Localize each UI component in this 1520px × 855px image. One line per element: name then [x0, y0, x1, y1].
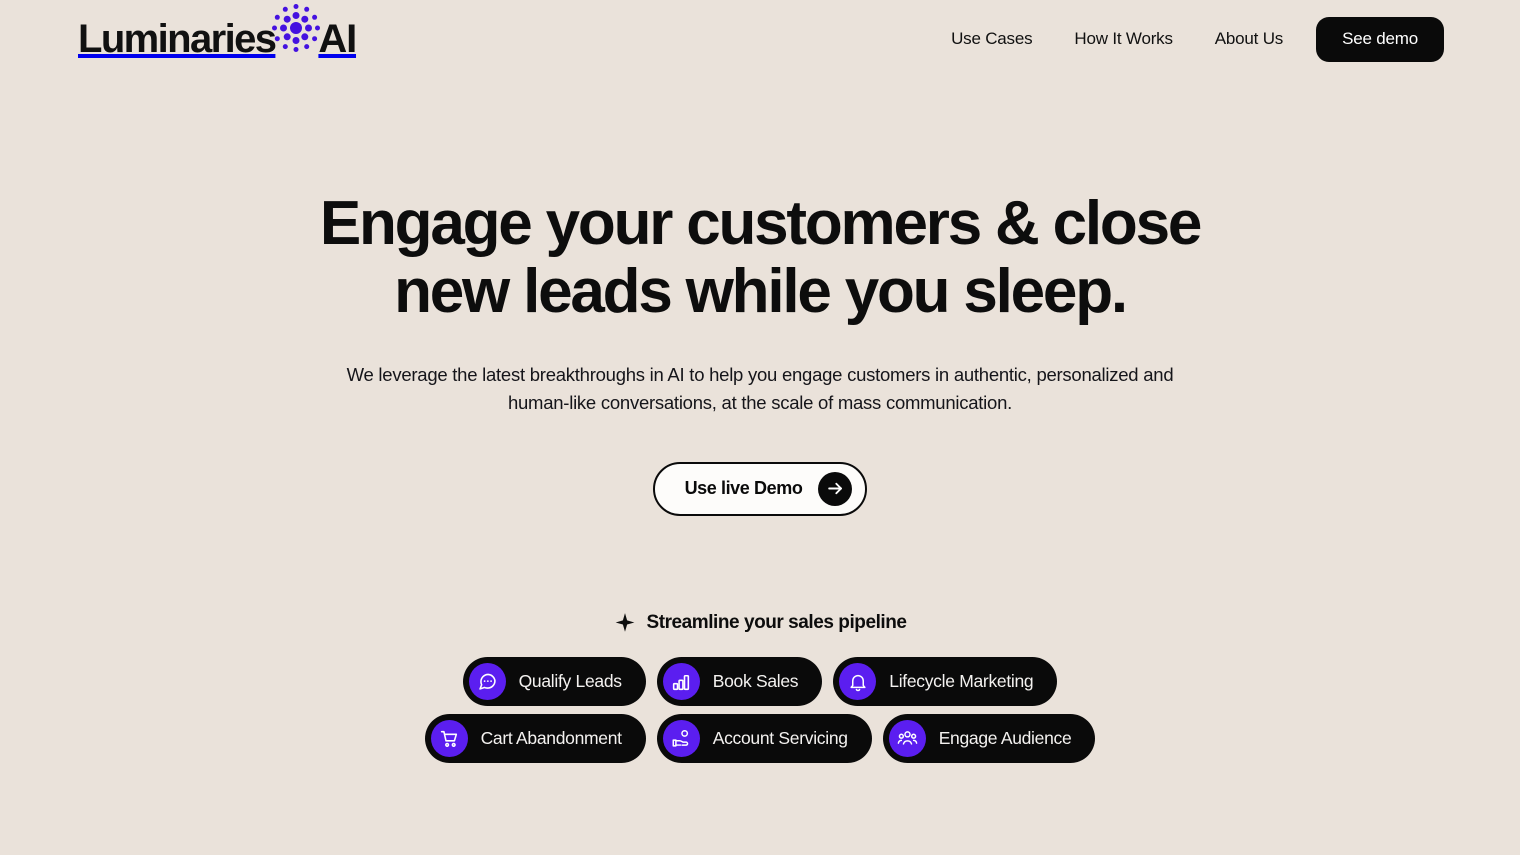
shopping-cart-icon	[430, 720, 468, 757]
use-live-demo-button[interactable]: Use live Demo	[652, 461, 868, 516]
hero-cta-container: Use live Demo	[0, 461, 1520, 516]
logo-wordmark: Luminaries	[78, 17, 277, 61]
chip-label: Account Servicing	[712, 728, 848, 748]
pipeline-chip-row-2: Cart Abandonment Account Servicing Engag…	[424, 714, 1096, 763]
chat-bubble-icon	[468, 663, 506, 700]
pipeline-title: Streamline your sales pipeline	[646, 612, 907, 633]
hero-headline: Engage your customers & close new leads …	[319, 189, 1202, 326]
chip-label: Book Sales	[712, 671, 799, 691]
bell-icon	[839, 663, 877, 700]
chip-book-sales[interactable]: Book Sales	[656, 657, 823, 706]
hand-coin-icon	[662, 720, 700, 757]
nav-item-use-cases[interactable]: Use Cases	[951, 21, 1033, 57]
use-live-demo-label: Use live Demo	[684, 478, 803, 499]
pipeline-section: Streamline your sales pipeline Qualify L…	[0, 612, 1520, 763]
chip-label: Engage Audience	[938, 728, 1072, 748]
logo-suffix: AI	[318, 17, 357, 61]
landing-page: Luminaries AI Use Cases How It Works Abo…	[0, 0, 1520, 855]
chip-label: Cart Abandonment	[480, 728, 622, 748]
hero-section: Engage your customers & close new leads …	[0, 190, 1520, 516]
chip-label: Qualify Leads	[518, 671, 622, 691]
dot-cluster-icon	[269, 1, 323, 55]
pipeline-heading: Streamline your sales pipeline	[614, 612, 907, 634]
arrow-right-icon	[818, 471, 853, 506]
hero-subheadline: We leverage the latest breakthroughs in …	[346, 364, 1174, 413]
sparkle-icon	[614, 612, 636, 634]
site-logo[interactable]: Luminaries AI	[78, 4, 357, 69]
chip-account-servicing[interactable]: Account Servicing	[656, 714, 872, 763]
nav-item-how-it-works[interactable]: How It Works	[1074, 21, 1173, 57]
chip-lifecycle-marketing[interactable]: Lifecycle Marketing	[833, 657, 1058, 706]
chip-engage-audience[interactable]: Engage Audience	[882, 714, 1096, 763]
bar-chart-icon	[662, 663, 700, 700]
chip-qualify-leads[interactable]: Qualify Leads	[462, 657, 646, 706]
chip-label: Lifecycle Marketing	[889, 671, 1034, 691]
chip-cart-abandonment[interactable]: Cart Abandonment	[424, 714, 646, 763]
see-demo-button[interactable]: See demo	[1316, 16, 1444, 62]
main-navigation: Use Cases How It Works About Us See demo	[951, 16, 1444, 62]
people-group-icon	[888, 720, 926, 757]
site-header: Luminaries AI Use Cases How It Works Abo…	[0, 0, 1520, 78]
pipeline-chip-row-1: Qualify Leads Book Sales Lifecycle Marke…	[462, 657, 1058, 706]
nav-item-about-us[interactable]: About Us	[1215, 21, 1284, 57]
